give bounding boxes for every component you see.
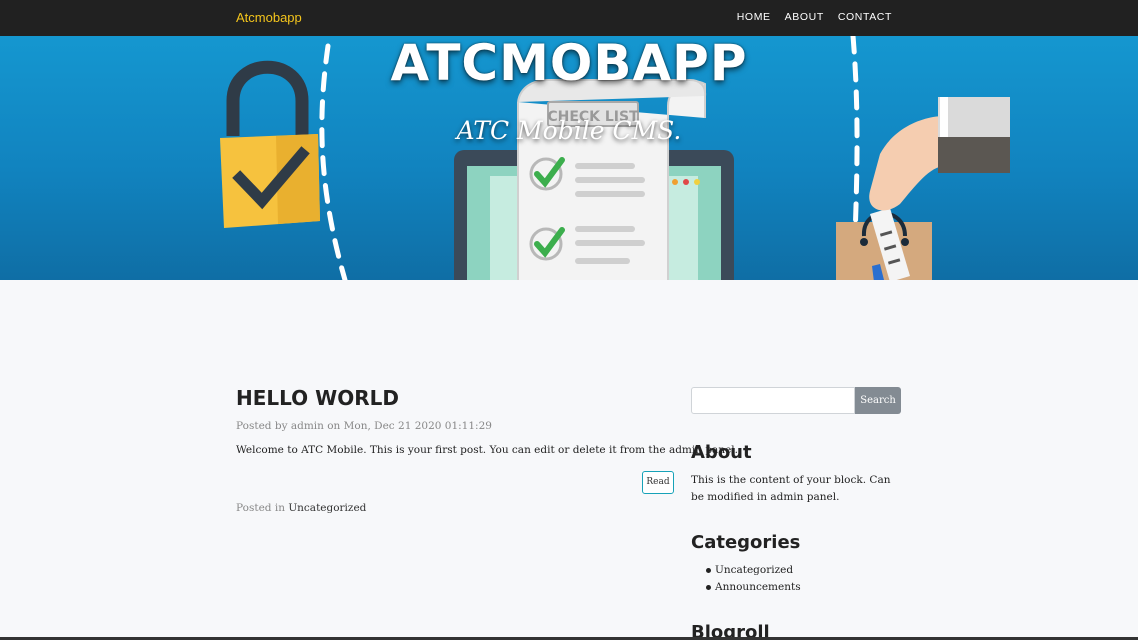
post-category: Posted in Uncategorized xyxy=(236,502,366,514)
post-meta: Posted by admin on Mon, Dec 21 2020 01:1… xyxy=(236,420,492,432)
search-input[interactable] xyxy=(691,387,855,414)
post-title[interactable]: HELLO WORLD xyxy=(236,386,399,410)
about-text: This is the content of your block. Can b… xyxy=(691,474,891,503)
nav-home-link[interactable]: HOME xyxy=(737,11,771,23)
hero-subtitle: ATC Mobile CMS. xyxy=(456,116,682,145)
about-heading: About xyxy=(691,442,752,463)
hero-banner: CHECK LIST ATCMOBAPP ATC Mobile CMS. xyxy=(0,36,1138,280)
posted-in-label: Posted in xyxy=(236,502,285,514)
read-button[interactable]: Read xyxy=(642,471,674,494)
categories-list: Uncategorized Announcements xyxy=(706,562,801,596)
nav-contact-link[interactable]: CONTACT xyxy=(838,11,892,23)
hero-title: ATCMOBAPP xyxy=(390,36,748,92)
post-category-link[interactable]: Uncategorized xyxy=(288,502,366,514)
categories-heading: Categories xyxy=(691,532,801,553)
nav-links: HOME ABOUT CONTACT xyxy=(737,11,892,23)
category-item-uncategorized[interactable]: Uncategorized xyxy=(706,562,801,579)
search-button[interactable]: Search xyxy=(855,387,901,414)
brand-link[interactable]: Atcmobapp xyxy=(236,10,302,25)
category-item-announcements[interactable]: Announcements xyxy=(706,579,801,596)
nav-about-link[interactable]: ABOUT xyxy=(785,11,824,23)
post-body: Welcome to ATC Mobile. This is your firs… xyxy=(236,444,738,456)
navbar: Atcmobapp HOME ABOUT CONTACT xyxy=(0,0,1138,36)
